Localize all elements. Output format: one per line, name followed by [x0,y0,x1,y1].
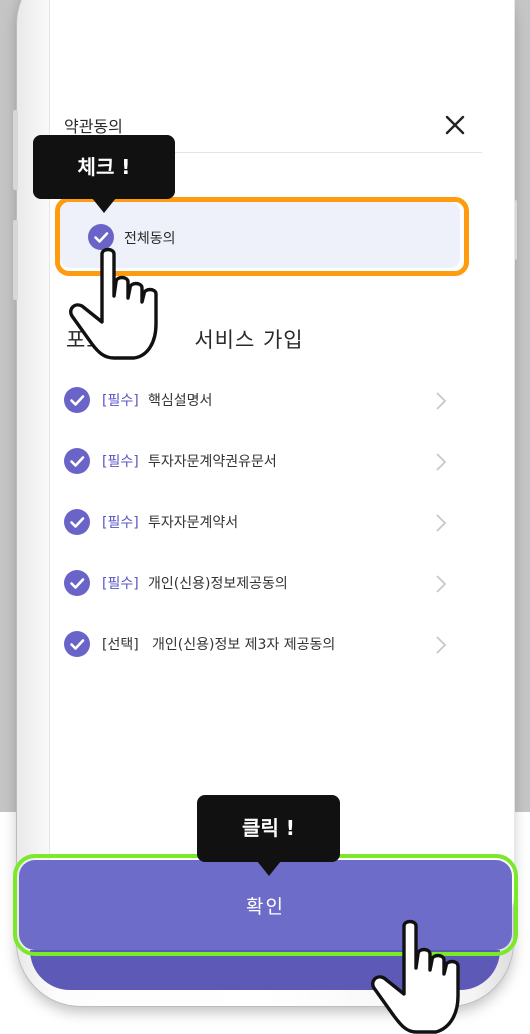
hand-pointer-icon [69,247,158,360]
term-row[interactable]: [필수] 핵심설명서 [60,380,460,420]
chevron-right-icon [436,392,447,410]
term-label: 개인(신용)정보제공동의 [148,576,288,592]
chevron-right-icon [436,514,447,532]
term-row[interactable]: [필수] 투자자문계약권유문서 [60,441,460,481]
check-icon[interactable] [64,631,90,657]
check-tooltip: 체크 ! [33,135,175,199]
check-icon[interactable] [64,448,90,474]
term-label: 핵심설명서 [148,393,213,409]
hand-pointer-icon [371,919,460,1034]
chevron-right-icon [436,453,447,471]
term-label: 개인(신용)정보 제3자 제공동의 [152,637,336,653]
phone-side-button [13,110,18,190]
term-label: 투자자문계약권유문서 [148,454,277,470]
term-row[interactable]: [필수] 개인(신용)정보제공동의 [60,563,460,603]
term-tag: [선택] [102,637,139,653]
term-row[interactable]: [필수] 투자자문계약서 [60,502,460,542]
check-icon[interactable] [64,509,90,535]
click-tooltip: 클릭 ! [197,795,340,862]
phone-side-button [13,220,18,300]
check-icon[interactable] [64,387,90,413]
term-tag: [필수] [102,515,139,531]
check-icon[interactable] [64,570,90,596]
section-title-end: 서비스 가입 [186,328,304,352]
chevron-right-icon [436,636,447,654]
term-tag: [필수] [102,393,139,409]
page-title: 약관동의 [64,117,123,136]
term-row[interactable]: [선택] 개인(신용)정보 제3자 제공동의 [60,624,460,664]
all-agree-label: 전체동의 [124,231,176,247]
term-tag: [필수] [102,454,139,470]
chevron-right-icon [436,575,447,593]
term-tag: [필수] [102,576,139,592]
close-icon[interactable] [440,110,470,140]
term-label: 투자자문계약서 [148,515,239,531]
